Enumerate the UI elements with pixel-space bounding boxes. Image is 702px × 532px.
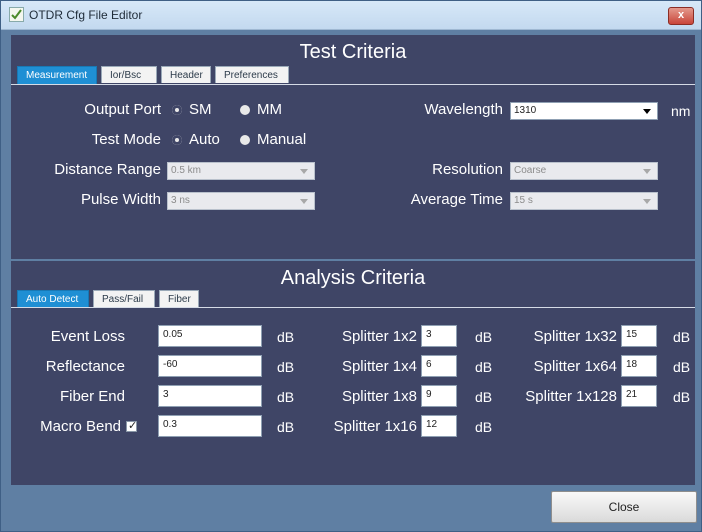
splitter-1x64-label: Splitter 1x64 xyxy=(533,358,617,375)
resolution-select[interactable]: Coarse xyxy=(510,162,658,180)
splitter-1x4-input[interactable]: 6 xyxy=(421,355,457,377)
splitter-1x128-input[interactable]: 21 xyxy=(621,385,657,407)
window-title: OTDR Cfg File Editor xyxy=(29,8,143,22)
distance-range-label: Distance Range xyxy=(54,161,161,178)
splitter-1x8-label: Splitter 1x8 xyxy=(341,388,417,405)
event-loss-unit: dB xyxy=(277,329,295,345)
splitter-1x4-unit: dB xyxy=(475,359,493,375)
macro-bend-input[interactable]: 0.3 xyxy=(158,415,262,437)
title-bar: OTDR Cfg File Editor x xyxy=(1,1,701,30)
pulse-width-label: Pulse Width xyxy=(80,191,161,208)
fiber-end-label: Fiber End xyxy=(59,388,125,405)
app-icon xyxy=(9,7,24,22)
auto-detect-tab-content: Event Loss 0.05 dB Reflectance -60 dB Fi… xyxy=(11,307,695,486)
analysis-criteria-title: Analysis Criteria xyxy=(280,267,426,289)
test-mode-label: Test Mode xyxy=(91,131,161,148)
chevron-down-icon xyxy=(643,109,651,114)
footer-bar: Close xyxy=(11,487,697,527)
splitter-1x8-input[interactable]: 9 xyxy=(421,385,457,407)
event-loss-label: Event Loss xyxy=(50,328,125,345)
resolution-label: Resolution xyxy=(432,161,503,178)
chevron-down-icon xyxy=(643,169,651,174)
test-criteria-panel: Test Criteria Measurement Ior/Bsc Header… xyxy=(11,35,695,259)
splitter-1x32-unit: dB xyxy=(673,329,691,345)
close-icon[interactable]: x xyxy=(668,7,694,25)
splitter-1x2-input[interactable]: 3 xyxy=(421,325,457,347)
fiber-end-input[interactable]: 3 xyxy=(158,385,262,407)
sm-radio-label: SM xyxy=(189,101,212,118)
splitter-1x2-label: Splitter 1x2 xyxy=(341,328,417,345)
distance-range-select[interactable]: 0.5 km xyxy=(167,162,315,180)
event-loss-input[interactable]: 0.05 xyxy=(158,325,262,347)
resolution-value: Coarse xyxy=(514,165,547,176)
sm-radio[interactable] xyxy=(172,105,182,115)
splitter-1x32-label: Splitter 1x32 xyxy=(533,328,617,345)
chevron-down-icon xyxy=(300,169,308,174)
splitter-1x16-unit: dB xyxy=(475,419,493,435)
editor-window: OTDR Cfg File Editor x Test Criteria Mea… xyxy=(0,0,702,532)
splitter-1x128-unit: dB xyxy=(673,389,691,405)
output-port-label: Output Port xyxy=(84,101,161,118)
chevron-down-icon xyxy=(643,199,651,204)
splitter-1x32-input[interactable]: 15 xyxy=(621,325,657,347)
fiber-end-unit: dB xyxy=(277,389,295,405)
reflectance-input[interactable]: -60 xyxy=(158,355,262,377)
splitter-1x64-unit: dB xyxy=(673,359,691,375)
auto-radio[interactable] xyxy=(172,135,182,145)
splitter-1x128-label: Splitter 1x128 xyxy=(525,388,617,405)
manual-radio-label: Manual xyxy=(257,131,307,148)
reflectance-label: Reflectance xyxy=(45,358,125,375)
tab-ior-bsc[interactable]: Ior/Bsc xyxy=(101,66,157,83)
tab-fiber[interactable]: Fiber xyxy=(159,290,199,307)
mm-radio[interactable] xyxy=(240,105,250,115)
mm-radio-label: MM xyxy=(257,101,282,118)
wavelength-select[interactable]: 1310 xyxy=(510,102,658,120)
analysis-criteria-panel: Analysis Criteria Auto Detect Pass/Fail … xyxy=(11,261,695,485)
wavelength-label: Wavelength xyxy=(424,101,503,118)
splitter-1x8-unit: dB xyxy=(475,389,493,405)
average-time-label: Average Time xyxy=(410,191,503,208)
average-time-value: 15 s xyxy=(514,195,533,206)
close-button[interactable]: Close xyxy=(551,491,697,523)
macro-bend-unit: dB xyxy=(277,419,295,435)
pulse-width-select[interactable]: 3 ns xyxy=(167,192,315,210)
distance-range-value: 0.5 km xyxy=(171,165,202,176)
reflectance-unit: dB xyxy=(277,359,295,375)
wavelength-unit: nm xyxy=(671,103,691,119)
tab-pass-fail[interactable]: Pass/Fail xyxy=(93,290,155,307)
wavelength-value: 1310 xyxy=(514,105,537,116)
splitter-1x16-input[interactable]: 12 xyxy=(421,415,457,437)
macro-bend-label: Macro Bend xyxy=(40,418,121,435)
check-icon: ✓ xyxy=(128,420,138,432)
tab-measurement[interactable]: Measurement xyxy=(17,66,97,84)
auto-radio-label: Auto xyxy=(189,131,220,148)
average-time-select[interactable]: 15 s xyxy=(510,192,658,210)
splitter-1x64-input[interactable]: 18 xyxy=(621,355,657,377)
chevron-down-icon xyxy=(300,199,308,204)
splitter-1x16-label: Splitter 1x16 xyxy=(333,418,417,435)
splitter-1x2-unit: dB xyxy=(475,329,493,345)
tab-preferences[interactable]: Preferences xyxy=(215,66,289,83)
pulse-width-value: 3 ns xyxy=(171,195,190,206)
tab-auto-detect[interactable]: Auto Detect xyxy=(17,290,89,308)
test-criteria-title: Test Criteria xyxy=(299,41,407,63)
tab-header[interactable]: Header xyxy=(161,66,211,83)
macro-bend-checkbox[interactable]: ✓ xyxy=(126,420,138,432)
measurement-tab-content: Output Port SM MM Test Mode Auto Manual … xyxy=(11,84,695,260)
splitter-1x4-label: Splitter 1x4 xyxy=(341,358,417,375)
manual-radio[interactable] xyxy=(240,135,250,145)
